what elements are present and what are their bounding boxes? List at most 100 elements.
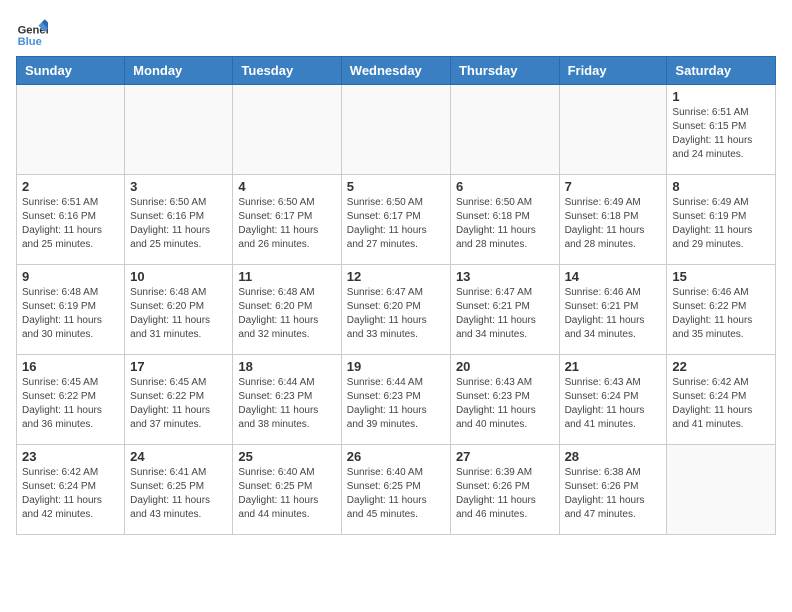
day-number: 3 (130, 179, 227, 194)
day-number: 21 (565, 359, 662, 374)
day-number: 10 (130, 269, 227, 284)
day-number: 9 (22, 269, 119, 284)
day-number: 11 (238, 269, 335, 284)
calendar-cell (341, 85, 450, 175)
weekday-header-friday: Friday (559, 57, 667, 85)
calendar-cell: 11 Sunrise: 6:48 AM Sunset: 6:20 PM Dayli… (233, 265, 341, 355)
calendar-cell: 10 Sunrise: 6:48 AM Sunset: 6:20 PM Dayli… (125, 265, 233, 355)
calendar-cell: 7 Sunrise: 6:49 AM Sunset: 6:18 PM Daylig… (559, 175, 667, 265)
day-number: 17 (130, 359, 227, 374)
day-number: 1 (672, 89, 770, 104)
day-info: Sunrise: 6:48 AM Sunset: 6:19 PM Dayligh… (22, 286, 119, 342)
calendar-cell: 5 Sunrise: 6:50 AM Sunset: 6:17 PM Daylig… (341, 175, 450, 265)
day-info: Sunrise: 6:48 AM Sunset: 6:20 PM Dayligh… (130, 286, 227, 342)
weekday-header-saturday: Saturday (667, 57, 776, 85)
day-number: 7 (565, 179, 662, 194)
calendar-cell (125, 85, 233, 175)
calendar-cell: 27 Sunrise: 6:39 AM Sunset: 6:26 PM Dayli… (450, 445, 559, 535)
day-number: 24 (130, 449, 227, 464)
calendar-cell: 23Sunrise: 6:42 AM Sunset: 6:24 PM Dayli… (17, 445, 125, 535)
calendar-cell: 22 Sunrise: 6:42 AM Sunset: 6:24 PM Dayli… (667, 355, 776, 445)
day-info: Sunrise: 6:49 AM Sunset: 6:18 PM Dayligh… (565, 196, 662, 252)
calendar-cell: 16 Sunrise: 6:45 AM Sunset: 6:22 PM Dayli… (17, 355, 125, 445)
day-number: 4 (238, 179, 335, 194)
day-number: 20 (456, 359, 554, 374)
day-number: 14 (565, 269, 662, 284)
calendar-cell (559, 85, 667, 175)
day-info: Sunrise: 6:50 AM Sunset: 6:18 PM Dayligh… (456, 196, 554, 252)
svg-text:Blue: Blue (18, 36, 42, 48)
logo-icon: General Blue (16, 16, 48, 48)
day-info: Sunrise: 6:47 AM Sunset: 6:21 PM Dayligh… (456, 286, 554, 342)
weekday-header-monday: Monday (125, 57, 233, 85)
day-info: Sunrise: 6:45 AM Sunset: 6:22 PM Dayligh… (22, 376, 119, 432)
day-number: 13 (456, 269, 554, 284)
day-info: Sunrise: 6:46 AM Sunset: 6:21 PM Dayligh… (565, 286, 662, 342)
day-info: Sunrise: 6:41 AM Sunset: 6:25 PM Dayligh… (130, 466, 227, 522)
logo: General Blue (16, 16, 52, 48)
day-info: Sunrise: 6:50 AM Sunset: 6:16 PM Dayligh… (130, 196, 227, 252)
calendar-cell: 12 Sunrise: 6:47 AM Sunset: 6:20 PM Dayli… (341, 265, 450, 355)
calendar-cell (233, 85, 341, 175)
calendar-cell: 14 Sunrise: 6:46 AM Sunset: 6:21 PM Dayli… (559, 265, 667, 355)
calendar-cell (450, 85, 559, 175)
calendar-cell: 26 Sunrise: 6:40 AM Sunset: 6:25 PM Dayli… (341, 445, 450, 535)
day-number: 16 (22, 359, 119, 374)
calendar-cell: 17 Sunrise: 6:45 AM Sunset: 6:22 PM Dayli… (125, 355, 233, 445)
calendar-cell: 1 Sunrise: 6:51 AM Sunset: 6:15 PM Daylig… (667, 85, 776, 175)
weekday-header-sunday: Sunday (17, 57, 125, 85)
day-info: Sunrise: 6:43 AM Sunset: 6:24 PM Dayligh… (565, 376, 662, 432)
day-number: 18 (238, 359, 335, 374)
day-number: 28 (565, 449, 662, 464)
day-info: Sunrise: 6:42 AM Sunset: 6:24 PM Dayligh… (22, 466, 119, 522)
day-info: Sunrise: 6:46 AM Sunset: 6:22 PM Dayligh… (672, 286, 770, 342)
weekday-header-tuesday: Tuesday (233, 57, 341, 85)
day-info: Sunrise: 6:50 AM Sunset: 6:17 PM Dayligh… (238, 196, 335, 252)
weekday-header-wednesday: Wednesday (341, 57, 450, 85)
day-info: Sunrise: 6:40 AM Sunset: 6:25 PM Dayligh… (347, 466, 445, 522)
day-info: Sunrise: 6:47 AM Sunset: 6:20 PM Dayligh… (347, 286, 445, 342)
day-info: Sunrise: 6:51 AM Sunset: 6:15 PM Dayligh… (672, 106, 770, 162)
calendar-cell: 18 Sunrise: 6:44 AM Sunset: 6:23 PM Dayli… (233, 355, 341, 445)
week-row-4: 23Sunrise: 6:42 AM Sunset: 6:24 PM Dayli… (17, 445, 776, 535)
calendar-cell (17, 85, 125, 175)
calendar-table: SundayMondayTuesdayWednesdayThursdayFrid… (16, 56, 776, 535)
calendar-cell: 21 Sunrise: 6:43 AM Sunset: 6:24 PM Dayli… (559, 355, 667, 445)
day-number: 12 (347, 269, 445, 284)
calendar-cell (667, 445, 776, 535)
day-info: Sunrise: 6:44 AM Sunset: 6:23 PM Dayligh… (347, 376, 445, 432)
day-info: Sunrise: 6:43 AM Sunset: 6:23 PM Dayligh… (456, 376, 554, 432)
day-info: Sunrise: 6:40 AM Sunset: 6:25 PM Dayligh… (238, 466, 335, 522)
calendar-cell: 25 Sunrise: 6:40 AM Sunset: 6:25 PM Dayli… (233, 445, 341, 535)
week-row-2: 9 Sunrise: 6:48 AM Sunset: 6:19 PM Daylig… (17, 265, 776, 355)
day-number: 6 (456, 179, 554, 194)
calendar-cell: 6 Sunrise: 6:50 AM Sunset: 6:18 PM Daylig… (450, 175, 559, 265)
day-info: Sunrise: 6:49 AM Sunset: 6:19 PM Dayligh… (672, 196, 770, 252)
day-info: Sunrise: 6:38 AM Sunset: 6:26 PM Dayligh… (565, 466, 662, 522)
calendar-cell: 13 Sunrise: 6:47 AM Sunset: 6:21 PM Dayli… (450, 265, 559, 355)
day-info: Sunrise: 6:50 AM Sunset: 6:17 PM Dayligh… (347, 196, 445, 252)
day-number: 22 (672, 359, 770, 374)
calendar-cell: 8Sunrise: 6:49 AM Sunset: 6:19 PM Daylig… (667, 175, 776, 265)
week-row-0: 1 Sunrise: 6:51 AM Sunset: 6:15 PM Daylig… (17, 85, 776, 175)
day-number: 25 (238, 449, 335, 464)
day-info: Sunrise: 6:39 AM Sunset: 6:26 PM Dayligh… (456, 466, 554, 522)
calendar-cell: 4 Sunrise: 6:50 AM Sunset: 6:17 PM Daylig… (233, 175, 341, 265)
calendar-cell: 19 Sunrise: 6:44 AM Sunset: 6:23 PM Dayli… (341, 355, 450, 445)
weekday-header-thursday: Thursday (450, 57, 559, 85)
calendar-cell: 15 Sunrise: 6:46 AM Sunset: 6:22 PM Dayli… (667, 265, 776, 355)
page-header: General Blue (16, 16, 776, 48)
day-number: 5 (347, 179, 445, 194)
day-number: 15 (672, 269, 770, 284)
day-info: Sunrise: 6:48 AM Sunset: 6:20 PM Dayligh… (238, 286, 335, 342)
day-number: 19 (347, 359, 445, 374)
day-info: Sunrise: 6:44 AM Sunset: 6:23 PM Dayligh… (238, 376, 335, 432)
weekday-header-row: SundayMondayTuesdayWednesdayThursdayFrid… (17, 57, 776, 85)
day-number: 26 (347, 449, 445, 464)
day-number: 27 (456, 449, 554, 464)
calendar-cell: 2Sunrise: 6:51 AM Sunset: 6:16 PM Daylig… (17, 175, 125, 265)
calendar-cell: 9 Sunrise: 6:48 AM Sunset: 6:19 PM Daylig… (17, 265, 125, 355)
day-info: Sunrise: 6:51 AM Sunset: 6:16 PM Dayligh… (22, 196, 119, 252)
day-info: Sunrise: 6:42 AM Sunset: 6:24 PM Dayligh… (672, 376, 770, 432)
day-info: Sunrise: 6:45 AM Sunset: 6:22 PM Dayligh… (130, 376, 227, 432)
